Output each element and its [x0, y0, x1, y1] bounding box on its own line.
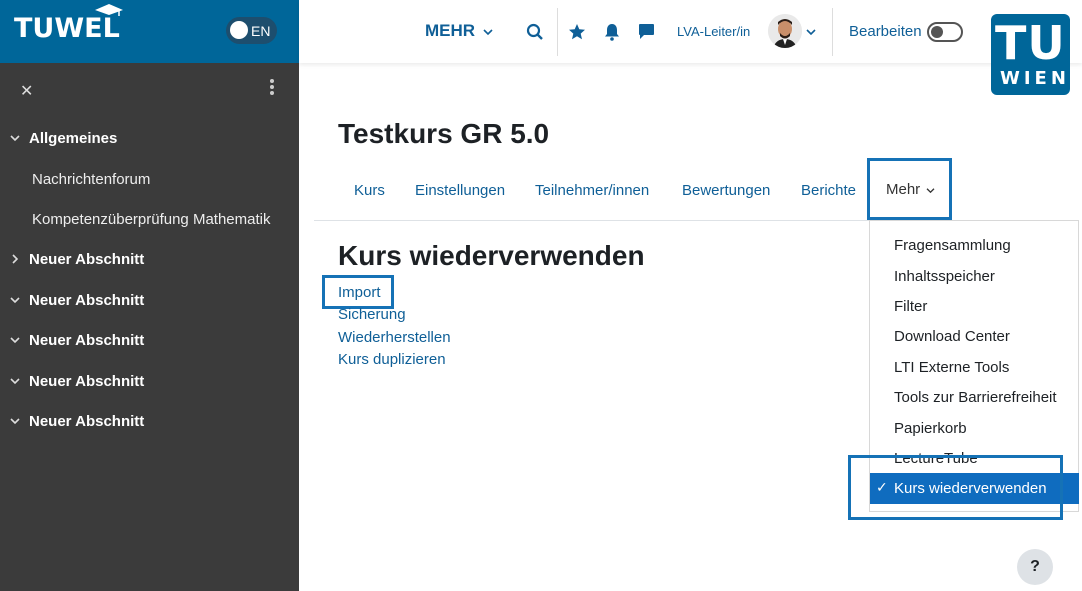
link-kurs-duplizieren[interactable]: Kurs duplizieren	[338, 351, 446, 368]
kebab-menu-icon[interactable]	[270, 79, 274, 97]
menu-item-lti-tools[interactable]: LTI Externe Tools	[894, 359, 1009, 376]
search-icon[interactable]	[526, 23, 544, 41]
section-label: Neuer Abschnitt	[29, 332, 145, 349]
activity-label: Kompetenzüberprüfung Mathematik	[32, 211, 271, 228]
tab-teilnehmer[interactable]: Teilnehmer/innen	[535, 182, 649, 199]
toggle-knob	[230, 21, 248, 39]
more-menu-label: MEHR	[425, 21, 476, 40]
menu-item-download-center[interactable]: Download Center	[894, 328, 1010, 345]
menu-item-barrierefreiheit[interactable]: Tools zur Barrierefreiheit	[894, 389, 1057, 406]
chevron-down-icon	[483, 29, 493, 36]
toggle-knob	[931, 26, 943, 38]
section-label: Neuer Abschnitt	[29, 373, 145, 390]
chevron-down-icon	[10, 337, 20, 344]
link-wiederherstellen[interactable]: Wiederherstellen	[338, 329, 451, 346]
divider	[832, 8, 833, 56]
link-sicherung[interactable]: Sicherung	[338, 306, 406, 323]
message-icon[interactable]	[638, 23, 655, 40]
tab-einstellungen[interactable]: Einstellungen	[415, 182, 505, 199]
close-icon[interactable]: ✕	[20, 81, 33, 101]
chevron-right-icon	[12, 254, 19, 264]
section-label: Neuer Abschnitt	[29, 292, 145, 309]
section-label: Neuer Abschnitt	[29, 251, 145, 268]
star-icon[interactable]	[568, 23, 586, 41]
chevron-down-icon	[10, 135, 20, 142]
section-label: Allgemeines	[29, 130, 118, 147]
tu-wien-logo[interactable]: TU WIEN	[991, 14, 1070, 95]
tab-mehr-label: Mehr	[886, 181, 935, 198]
course-index-drawer: ✕ Allgemeines Nachrichtenforum Kompetenz…	[0, 63, 299, 591]
secondary-navigation: Kurs Einstellungen Teilnehmer/innen Bewe…	[314, 158, 1079, 221]
activity-label: Nachrichtenforum	[32, 171, 151, 188]
wien-logo-text: WIEN	[1000, 68, 1070, 89]
tab-mehr[interactable]: Mehr	[867, 158, 952, 220]
page-title: Kurs wiederverwenden	[338, 240, 645, 271]
chevron-down-icon	[926, 188, 935, 194]
tab-berichte[interactable]: Berichte	[801, 182, 856, 199]
link-import[interactable]: Import	[338, 284, 381, 301]
edit-mode-label: Bearbeiten	[849, 23, 922, 40]
language-label: EN	[251, 23, 271, 39]
tab-bewertungen[interactable]: Bewertungen	[682, 182, 770, 199]
chevron-down-icon	[10, 297, 20, 304]
help-button[interactable]: ?	[1017, 549, 1053, 585]
edit-mode-toggle[interactable]	[927, 22, 963, 42]
tu-logo-text: TU	[995, 16, 1066, 70]
user-photo-icon	[768, 14, 802, 48]
more-menu-button[interactable]: MEHR	[425, 21, 493, 41]
graduation-cap-icon	[95, 4, 123, 16]
course-title: Testkurs GR 5.0	[338, 118, 550, 149]
menu-item-papierkorb[interactable]: Papierkorb	[894, 420, 967, 437]
top-navbar: MEHR LVA-Leiter/in Bearbeiten TU WIEN	[299, 0, 1082, 95]
chevron-down-icon	[10, 418, 20, 425]
menu-item-filter[interactable]: Filter	[894, 298, 927, 315]
role-label[interactable]: LVA-Leiter/in	[677, 24, 750, 39]
user-avatar[interactable]	[768, 14, 802, 48]
chevron-down-icon[interactable]	[806, 28, 816, 36]
tab-kurs[interactable]: Kurs	[354, 182, 385, 199]
menu-item-inhaltsspeicher[interactable]: Inhaltsspeicher	[894, 268, 995, 285]
chevron-down-icon	[10, 378, 20, 385]
brand-header: TUWEL EN	[0, 0, 299, 63]
bell-icon[interactable]	[604, 23, 620, 41]
tab-mehr-text: Mehr	[886, 181, 921, 198]
section-label: Neuer Abschnitt	[29, 413, 145, 430]
language-toggle[interactable]: EN	[226, 17, 277, 44]
divider	[557, 8, 558, 56]
menu-item-fragensammlung[interactable]: Fragensammlung	[894, 237, 1011, 254]
highlight-box	[848, 455, 1063, 520]
